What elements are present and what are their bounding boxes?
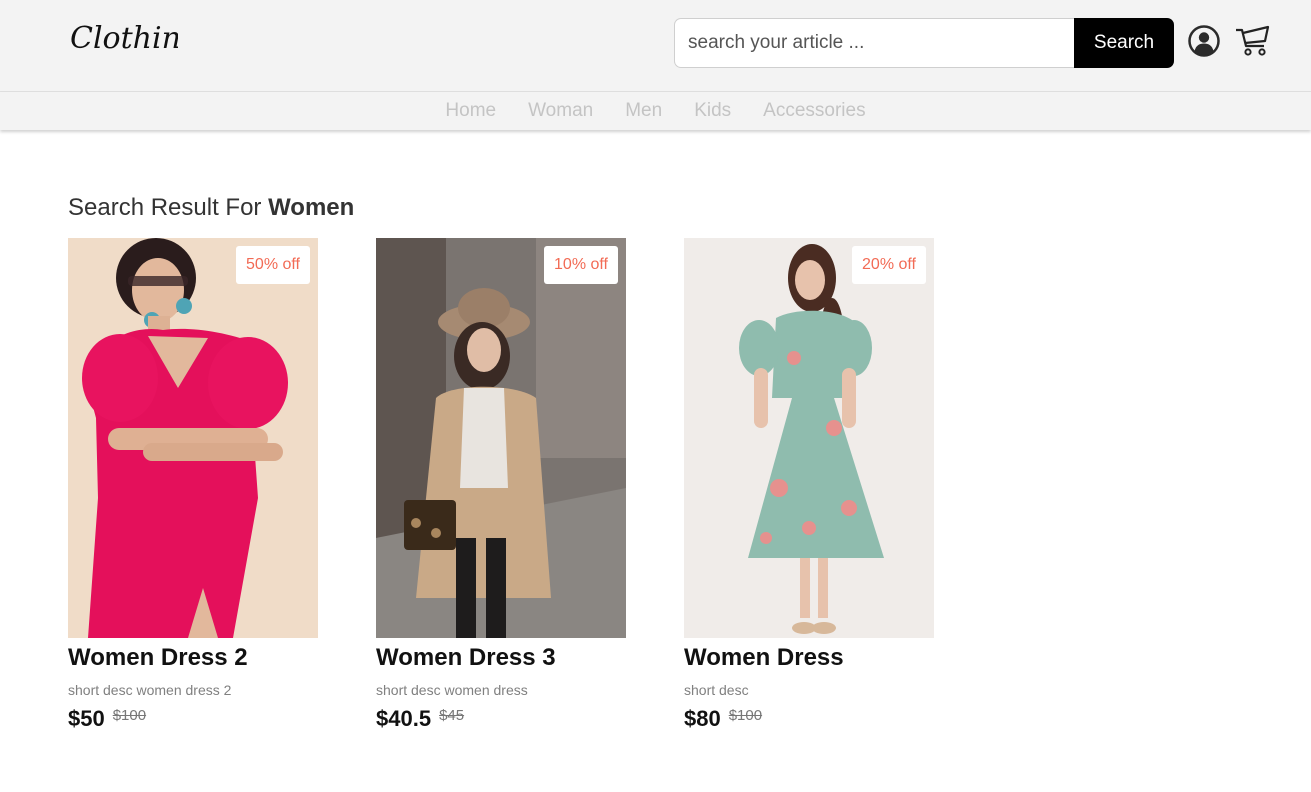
price-row: $80 $100 xyxy=(684,706,934,732)
search-input[interactable] xyxy=(674,18,1074,68)
product-price: $80 xyxy=(684,706,721,731)
logo-text: Clothing xyxy=(70,21,178,56)
product-image[interactable]: 50% off xyxy=(68,238,318,638)
product-old-price: $100 xyxy=(728,707,763,724)
nav-home[interactable]: Home xyxy=(429,100,512,122)
result-prefix: Search Result For xyxy=(68,194,269,221)
cart-icon[interactable] xyxy=(1234,24,1270,58)
main-nav: Home Woman Men Kids Accessories xyxy=(0,92,1311,130)
search-bar: Search xyxy=(674,18,1174,68)
nav-kids[interactable]: Kids xyxy=(678,100,747,122)
product-old-price: $45 xyxy=(439,707,465,724)
product-desc: short desc xyxy=(684,682,749,698)
product-card[interactable]: 50% off Women Dress 2 short desc women d… xyxy=(68,238,318,732)
discount-badge: 10% off xyxy=(544,246,618,284)
product-title[interactable]: Women Dress 2 xyxy=(68,644,318,674)
user-icon[interactable] xyxy=(1188,25,1220,57)
product-image[interactable]: 20% off xyxy=(684,238,934,638)
product-price: $40.5 xyxy=(376,706,432,731)
product-price: $50 xyxy=(68,706,105,731)
nav-accessories[interactable]: Accessories xyxy=(747,100,881,122)
nav-men[interactable]: Men xyxy=(609,100,678,122)
discount-badge: 20% off xyxy=(852,246,926,284)
nav-woman[interactable]: Woman xyxy=(512,100,609,122)
product-desc: short desc women dress 2 xyxy=(68,682,232,698)
product-photo-floral-dress xyxy=(684,238,934,638)
product-card[interactable]: 10% off Women Dress 3 short desc women d… xyxy=(376,238,626,732)
product-photo-pink-dress xyxy=(68,238,318,638)
product-image[interactable]: 10% off xyxy=(376,238,626,638)
product-card[interactable]: 20% off Women Dress short desc $80 $100 xyxy=(684,238,934,732)
search-result-heading: Search Result For Women xyxy=(68,194,354,222)
result-query: Women xyxy=(268,194,355,221)
discount-badge: 50% off xyxy=(236,246,310,284)
product-desc: short desc women dress xyxy=(376,682,528,698)
product-photo-beige-coat xyxy=(376,238,626,638)
header: Clothing Search xyxy=(0,0,1311,92)
search-button[interactable]: Search xyxy=(1074,18,1174,68)
brand-logo[interactable]: Clothing xyxy=(68,14,178,70)
product-title[interactable]: Women Dress xyxy=(684,644,934,674)
product-title[interactable]: Women Dress 3 xyxy=(376,644,626,674)
product-old-price: $100 xyxy=(112,707,147,724)
price-row: $40.5 $45 xyxy=(376,706,626,732)
price-row: $50 $100 xyxy=(68,706,318,732)
